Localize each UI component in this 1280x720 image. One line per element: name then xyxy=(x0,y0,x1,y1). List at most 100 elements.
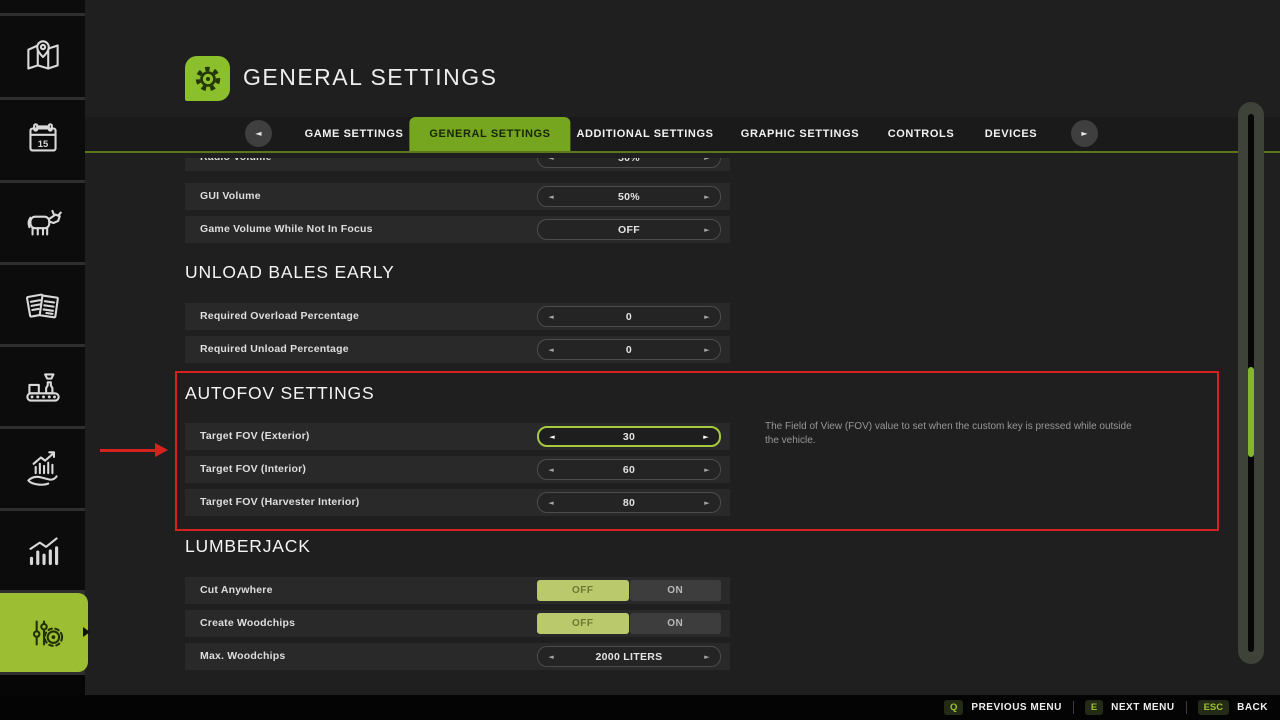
gui-volume-stepper[interactable]: ◄ 50% ► xyxy=(537,186,721,207)
sidebar-item-settings-active[interactable] xyxy=(0,593,88,672)
calendar-icon: 15 xyxy=(20,117,66,163)
tab-label: ADDITIONAL SETTINGS xyxy=(576,128,713,140)
stepper-left-icon[interactable]: ◄ xyxy=(546,193,556,201)
annotation-arrowhead-icon xyxy=(155,443,168,457)
setting-row-create-woodchips[interactable]: Create Woodchips OFF ON xyxy=(185,610,730,637)
tab-label: DEVICES xyxy=(985,128,1038,140)
chevron-right-icon: ► xyxy=(1081,129,1087,138)
stepper-left-icon[interactable]: ◄ xyxy=(546,653,556,661)
setting-row-max-woodchips[interactable]: Max. Woodchips ◄ 2000 LITERS ► xyxy=(185,643,730,670)
radio-volume-stepper[interactable]: ◄ 50% ► xyxy=(537,158,721,168)
required-unload-stepper[interactable]: ◄ 0 ► xyxy=(537,339,721,360)
game-volume-focus-stepper[interactable]: ◄ OFF ► xyxy=(537,219,721,240)
key-e-badge: E xyxy=(1085,700,1103,715)
setting-label: Create Woodchips xyxy=(200,610,295,637)
stepper-right-icon[interactable]: ► xyxy=(702,158,712,162)
toggle-on-option[interactable]: ON xyxy=(630,613,722,634)
hint-divider xyxy=(1186,701,1187,714)
setting-label: GUI Volume xyxy=(200,183,261,210)
toggle-off-option[interactable]: OFF xyxy=(537,580,629,601)
tab-label: GAME SETTINGS xyxy=(305,128,404,140)
settings-screen: 15 xyxy=(0,0,1280,720)
tab-label: GRAPHIC SETTINGS xyxy=(741,128,859,140)
tab-label: GENERAL SETTINGS xyxy=(429,128,550,140)
stepper-value: 50% xyxy=(556,191,702,203)
tab-label: CONTROLS xyxy=(888,128,955,140)
tab-game-settings[interactable]: GAME SETTINGS xyxy=(305,117,404,151)
setting-label: Max. Woodchips xyxy=(200,643,285,670)
stepper-value: 2000 LITERS xyxy=(556,651,702,663)
setting-row-cut-anywhere[interactable]: Cut Anywhere OFF ON xyxy=(185,577,730,604)
sidebar-item-clipped[interactable] xyxy=(0,0,85,13)
setting-label: Game Volume While Not In Focus xyxy=(200,216,373,243)
stepper-right-icon[interactable]: ► xyxy=(702,193,712,201)
stepper-value: OFF xyxy=(556,224,702,236)
max-woodchips-stepper[interactable]: ◄ 2000 LITERS ► xyxy=(537,646,721,667)
tabs-prev-button[interactable]: ◄ xyxy=(245,120,272,147)
page-title: GENERAL SETTINGS xyxy=(243,64,497,91)
stepper-value: 50% xyxy=(556,158,702,164)
tab-general-settings[interactable]: GENERAL SETTINGS xyxy=(409,117,570,151)
sidebar-item-contracts[interactable] xyxy=(0,265,85,344)
create-woodchips-toggle: OFF ON xyxy=(537,613,721,634)
tab-graphic-settings[interactable]: GRAPHIC SETTINGS xyxy=(741,117,859,151)
hint-label: BACK xyxy=(1237,702,1268,713)
hint-back[interactable]: ESC BACK xyxy=(1198,700,1268,715)
gear-icon xyxy=(190,61,226,97)
footer-bar: Q PREVIOUS MENU E NEXT MENU ESC BACK xyxy=(0,695,1280,720)
required-overload-stepper[interactable]: ◄ 0 ► xyxy=(537,306,721,327)
annotation-rectangle xyxy=(175,371,1219,531)
key-q-badge: Q xyxy=(944,700,963,715)
hint-label: NEXT MENU xyxy=(1111,702,1174,713)
sidebar-item-production[interactable] xyxy=(0,347,85,426)
tab-additional-settings[interactable]: ADDITIONAL SETTINGS xyxy=(576,117,713,151)
setting-row-game-volume-focus[interactable]: Game Volume While Not In Focus ◄ OFF ► xyxy=(185,216,730,243)
setting-label: Required Overload Percentage xyxy=(200,303,359,330)
stepper-left-icon[interactable]: ◄ xyxy=(546,158,556,162)
cut-anywhere-toggle: OFF ON xyxy=(537,580,721,601)
key-esc-badge: ESC xyxy=(1198,700,1230,715)
stepper-value: 0 xyxy=(556,311,702,323)
sidebar-item-finances[interactable] xyxy=(0,429,85,508)
chevron-left-icon: ◄ xyxy=(255,129,261,138)
stepper-right-icon[interactable]: ► xyxy=(702,653,712,661)
sidebar-item-map[interactable] xyxy=(0,16,85,97)
setting-label: Cut Anywhere xyxy=(200,577,273,604)
calendar-day-label: 15 xyxy=(37,138,47,149)
tab-devices[interactable]: DEVICES xyxy=(985,117,1038,151)
stepper-left-icon[interactable]: ◄ xyxy=(546,313,556,321)
setting-label: Radio Volume xyxy=(200,158,272,171)
settings-app-icon xyxy=(185,56,230,101)
setting-row-required-unload[interactable]: Required Unload Percentage ◄ 0 ► xyxy=(185,336,730,363)
hint-label: PREVIOUS MENU xyxy=(971,702,1061,713)
stepper-right-icon[interactable]: ► xyxy=(702,346,712,354)
animals-cow-icon xyxy=(20,200,66,246)
scrollbar-thumb[interactable] xyxy=(1248,367,1254,457)
finances-icon xyxy=(20,446,66,492)
stepper-right-icon[interactable]: ► xyxy=(702,313,712,321)
statistics-icon xyxy=(20,528,66,574)
sidebar-item-statistics[interactable] xyxy=(0,511,85,590)
sidebar-item-animals[interactable] xyxy=(0,183,85,262)
section-title-unload-bales: UNLOAD BALES EARLY xyxy=(185,262,395,283)
stepper-left-icon[interactable]: ◄ xyxy=(546,346,556,354)
hint-previous-menu[interactable]: Q PREVIOUS MENU xyxy=(944,700,1062,715)
map-icon xyxy=(20,34,66,80)
toggle-on-option[interactable]: ON xyxy=(630,580,722,601)
toggle-off-option[interactable]: OFF xyxy=(537,613,629,634)
contracts-icon xyxy=(20,282,66,328)
annotation-arrow xyxy=(100,449,157,452)
setting-row-required-overload[interactable]: Required Overload Percentage ◄ 0 ► xyxy=(185,303,730,330)
hint-divider xyxy=(1073,701,1074,714)
sidebar-item-calendar[interactable]: 15 xyxy=(0,100,85,180)
tab-controls[interactable]: CONTROLS xyxy=(888,117,955,151)
production-icon xyxy=(20,364,66,410)
setting-row-radio-volume[interactable]: Radio Volume ◄ 50% ► xyxy=(185,158,730,171)
setting-label: Required Unload Percentage xyxy=(200,336,349,363)
sidebar-active-pointer-icon xyxy=(83,627,90,637)
clipped-row-viewport: Radio Volume ◄ 50% ► xyxy=(185,158,730,171)
setting-row-gui-volume[interactable]: GUI Volume ◄ 50% ► xyxy=(185,183,730,210)
hint-next-menu[interactable]: E NEXT MENU xyxy=(1085,700,1175,715)
stepper-right-icon[interactable]: ► xyxy=(702,226,712,234)
tabs-next-button[interactable]: ► xyxy=(1071,120,1098,147)
